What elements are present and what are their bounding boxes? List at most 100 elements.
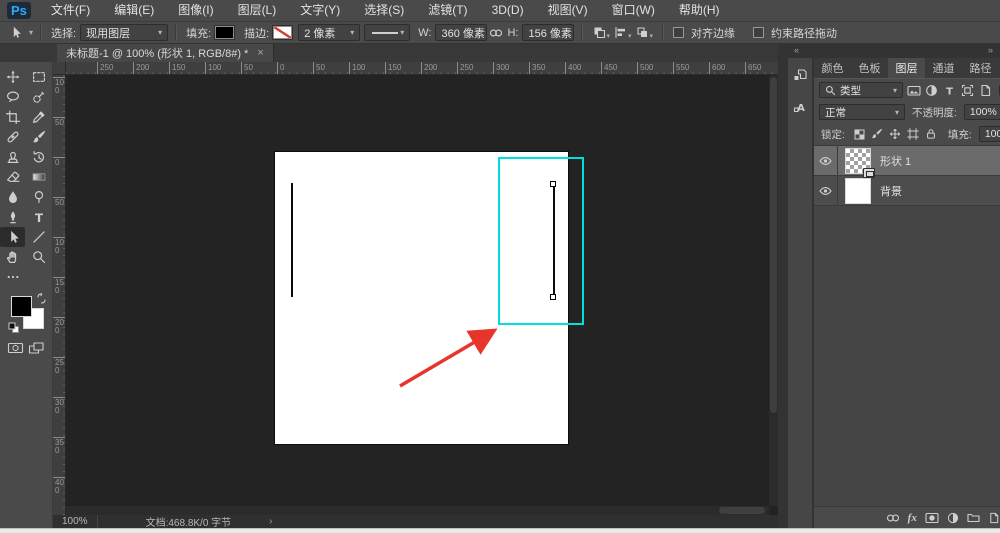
ruler-corner[interactable] (53, 62, 66, 75)
constrain-path-checkbox[interactable] (753, 27, 764, 38)
tool-blur[interactable] (0, 187, 25, 207)
quick-mask-icon[interactable] (7, 341, 24, 355)
shape-height-field[interactable]: 156 像素 (522, 24, 575, 41)
tool-history-brush[interactable] (26, 147, 51, 167)
filter-adjustment-layers-icon[interactable] (924, 83, 939, 98)
zoom-level-field[interactable]: 100% (53, 515, 98, 528)
tool-path-selection[interactable] (0, 227, 25, 247)
lock-all-icon[interactable] (924, 127, 939, 142)
tool-pen[interactable] (0, 207, 25, 227)
horizontal-scrollbar-thumb[interactable] (719, 507, 765, 514)
tool-hand[interactable] (0, 247, 25, 267)
collapse-panels-icon[interactable]: » (988, 45, 993, 55)
select-mode-dropdown[interactable]: 现用图层 ▾ (80, 24, 169, 41)
fill-opacity-value: 100% (984, 128, 1000, 140)
tab-swatches[interactable]: 色板 (851, 58, 888, 78)
blend-mode-row: 正常 ▾ 不透明度: 100% ▾ (814, 101, 1000, 123)
vertical-scrollbar-thumb[interactable] (770, 77, 777, 414)
filter-smart-objects-icon[interactable] (978, 83, 993, 98)
menu-edit[interactable]: 编辑(E) (102, 0, 166, 21)
filter-shape-layers-icon[interactable] (960, 83, 975, 98)
filter-pixel-layers-icon[interactable] (906, 83, 921, 98)
ruler-label: 200 (53, 317, 65, 334)
layer-thumbnail[interactable] (845, 147, 875, 178)
add-layer-mask-icon[interactable] (925, 512, 939, 524)
menu-select[interactable]: 选择(S) (352, 0, 416, 21)
tool-eyedropper[interactable] (26, 107, 51, 127)
new-adjustment-layer-icon[interactable] (947, 512, 959, 524)
menu-filter[interactable]: 滤镜(T) (416, 0, 479, 21)
menu-help[interactable]: 帮助(H) (667, 0, 732, 21)
menu-layer[interactable]: 图层(L) (226, 0, 289, 21)
expand-panels-icon[interactable]: « (794, 45, 799, 55)
character-styles-panel-icon[interactable]: A (788, 95, 812, 119)
layer-row-background[interactable]: 背景 (814, 176, 1000, 206)
opacity-dropdown[interactable]: 100% ▾ (963, 104, 1000, 120)
visibility-toggle[interactable] (814, 176, 838, 205)
tab-layers[interactable]: 图层 (888, 58, 925, 78)
ruler-label: 50 (241, 62, 253, 74)
tool-line[interactable] (26, 227, 51, 247)
tab-paths[interactable]: 路径 (962, 58, 999, 78)
tool-edit-toolbar[interactable] (0, 267, 25, 287)
swap-colors-icon[interactable] (36, 293, 47, 304)
link-dimensions-icon[interactable] (487, 25, 505, 41)
shape-width-field[interactable]: 360 像素 (435, 24, 488, 41)
paragraph-styles-panel-icon[interactable] (788, 63, 812, 87)
tool-clone-stamp[interactable] (0, 147, 25, 167)
visibility-toggle[interactable] (814, 146, 838, 175)
default-colors-icon[interactable] (8, 321, 20, 339)
tab-channels[interactable]: 通道 (925, 58, 962, 78)
stroke-width-dropdown[interactable]: 2 像素 ▾ (298, 24, 361, 41)
tool-rectangular-marquee[interactable] (26, 67, 51, 87)
tool-brush[interactable] (26, 127, 51, 147)
stroke-type-dropdown[interactable]: ▾ (364, 24, 411, 41)
tool-preset-chevron-icon[interactable]: ▾ (29, 28, 33, 37)
menu-window[interactable]: 窗口(W) (600, 0, 667, 21)
tool-gradient[interactable] (26, 167, 51, 187)
menu-type[interactable]: 文字(Y) (288, 0, 352, 21)
lock-transparent-pixels-icon[interactable] (852, 127, 867, 142)
tool-dodge[interactable] (26, 187, 51, 207)
foreground-color-swatch[interactable] (11, 296, 32, 317)
link-layers-icon[interactable] (886, 513, 900, 523)
layer-effects-icon[interactable]: fx (908, 512, 917, 524)
tool-quick-selection[interactable] (26, 87, 51, 107)
layer-thumbnail[interactable] (845, 177, 871, 204)
stroke-swatch[interactable] (272, 25, 294, 40)
ruler-label: 100 (349, 62, 365, 74)
lock-image-pixels-icon[interactable] (870, 127, 885, 142)
tool-eraser[interactable] (0, 167, 25, 187)
fill-opacity-dropdown[interactable]: 100% ▾ (978, 126, 1000, 142)
align-edges-checkbox[interactable] (673, 27, 684, 38)
tab-color[interactable]: 颜色 (814, 58, 851, 78)
new-layer-icon[interactable] (988, 512, 1000, 524)
lock-artboard-icon[interactable] (906, 127, 921, 142)
tool-zoom[interactable] (26, 247, 51, 267)
menu-3d[interactable]: 3D(D) (480, 0, 536, 21)
filter-type-layers-icon[interactable]: T (942, 83, 957, 98)
current-tool-icon[interactable] (6, 25, 24, 41)
tool-spot-healing-brush[interactable] (0, 127, 25, 147)
layer-row-shape1[interactable]: 形状 1 (814, 146, 1000, 178)
document-tab[interactable]: 未标题-1 @ 100% (形状 1, RGB/8#) * × (57, 44, 274, 62)
layer-name[interactable]: 背景 (880, 183, 902, 199)
fill-swatch[interactable] (214, 25, 236, 40)
menu-view[interactable]: 视图(V) (536, 0, 600, 21)
new-group-icon[interactable] (967, 512, 980, 523)
layer-name[interactable]: 形状 1 (880, 153, 911, 169)
tool-lasso[interactable] (0, 87, 25, 107)
tool-type[interactable]: T (26, 207, 51, 227)
blend-mode-dropdown[interactable]: 正常 ▾ (819, 104, 905, 120)
opacity-label: 不透明度: (912, 106, 957, 119)
layer-filter-dropdown[interactable]: 类型 ▾ (819, 82, 903, 98)
menu-file[interactable]: 文件(F) (39, 0, 102, 21)
tool-move[interactable] (0, 67, 25, 87)
tool-crop[interactable] (0, 107, 25, 127)
lock-position-icon[interactable] (888, 127, 903, 142)
screen-mode-icon[interactable] (28, 341, 45, 355)
close-icon[interactable]: × (257, 47, 263, 59)
status-options-chevron-icon[interactable]: › (269, 516, 272, 527)
vertical-scrollbar[interactable] (769, 75, 778, 506)
menu-image[interactable]: 图像(I) (166, 0, 225, 21)
